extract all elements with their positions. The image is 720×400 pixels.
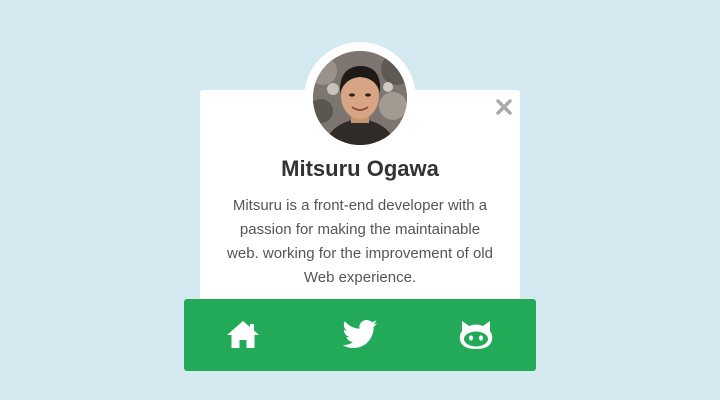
github-icon bbox=[459, 321, 493, 349]
social-links-bar bbox=[184, 299, 536, 371]
avatar-photo bbox=[313, 51, 407, 145]
home-link[interactable] bbox=[224, 316, 262, 354]
profile-name: Mitsuru Ogawa bbox=[281, 156, 439, 181]
close-icon bbox=[496, 99, 512, 115]
avatar bbox=[313, 51, 407, 145]
github-link[interactable] bbox=[457, 316, 495, 354]
twitter-link[interactable] bbox=[341, 316, 379, 354]
home-icon bbox=[227, 321, 259, 348]
close-button[interactable] bbox=[493, 96, 515, 118]
profile-bio: Mitsuru is a front-end developer with a … bbox=[227, 197, 493, 286]
page: Mitsuru Ogawa Mitsuru is a front-end dev… bbox=[0, 0, 720, 400]
twitter-icon bbox=[342, 319, 378, 348]
